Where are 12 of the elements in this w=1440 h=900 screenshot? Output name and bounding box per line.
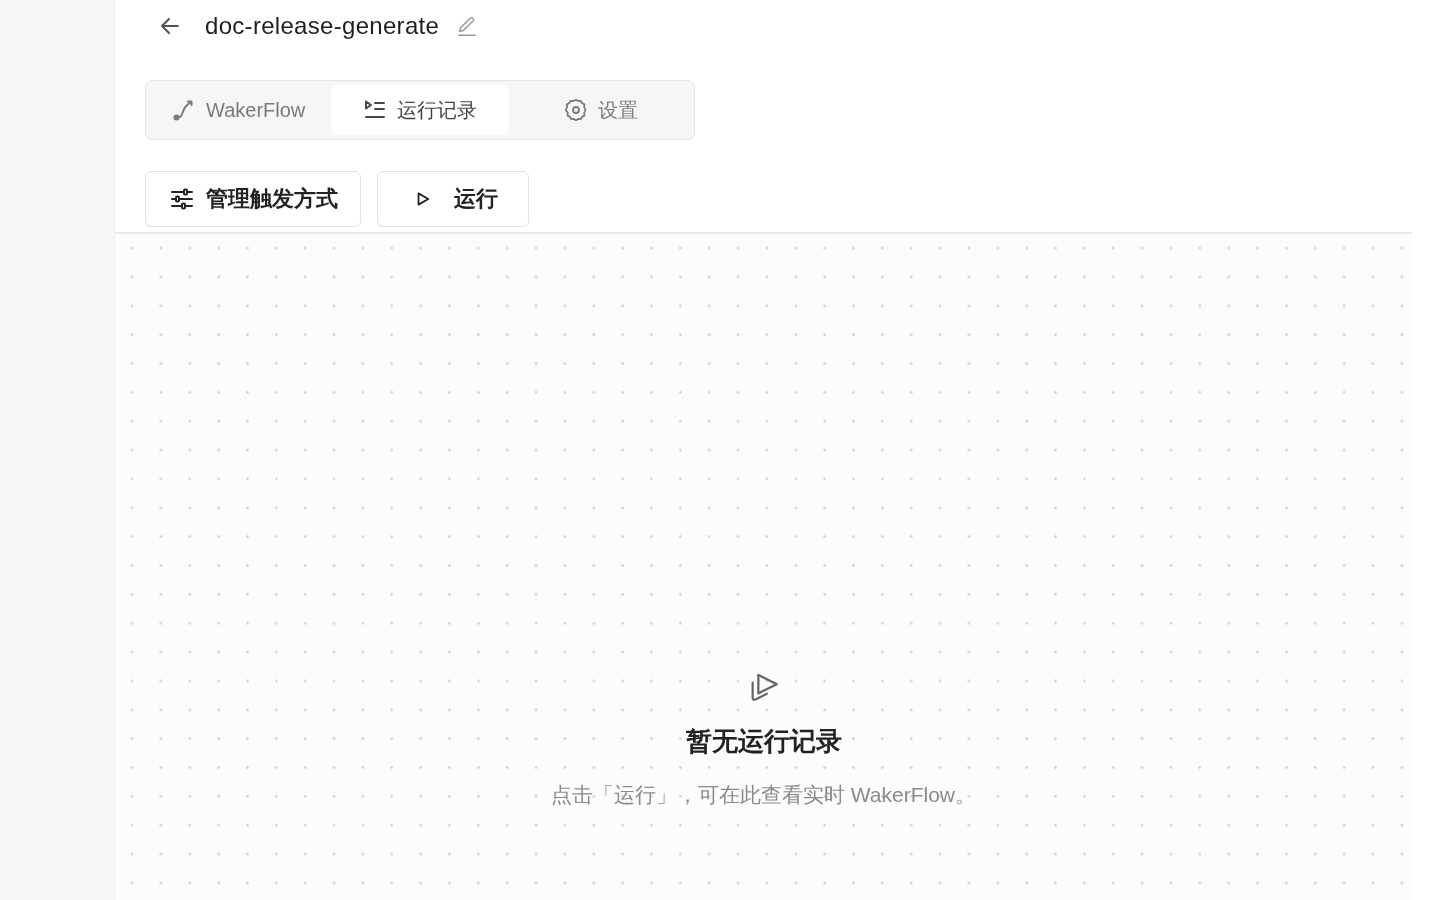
tab[interactable]: 设置: [512, 85, 690, 135]
page-title: doc-release-generate: [205, 12, 440, 40]
empty-state-title: 暂无运行记录: [685, 725, 842, 758]
tab[interactable]: WakerFlow: [150, 85, 328, 135]
gear-icon: [564, 98, 589, 122]
manage-triggers-button[interactable]: 管理触发方式: [145, 171, 361, 227]
run-button[interactable]: 运行: [377, 171, 529, 227]
pencil-icon: [456, 15, 479, 37]
tab[interactable]: 运行记录: [331, 85, 509, 135]
sliders-icon: [170, 187, 194, 211]
route-icon: [172, 98, 196, 122]
empty-state-message: 点击「运行」，可在此查看实时 WakerFlow。: [550, 782, 977, 808]
